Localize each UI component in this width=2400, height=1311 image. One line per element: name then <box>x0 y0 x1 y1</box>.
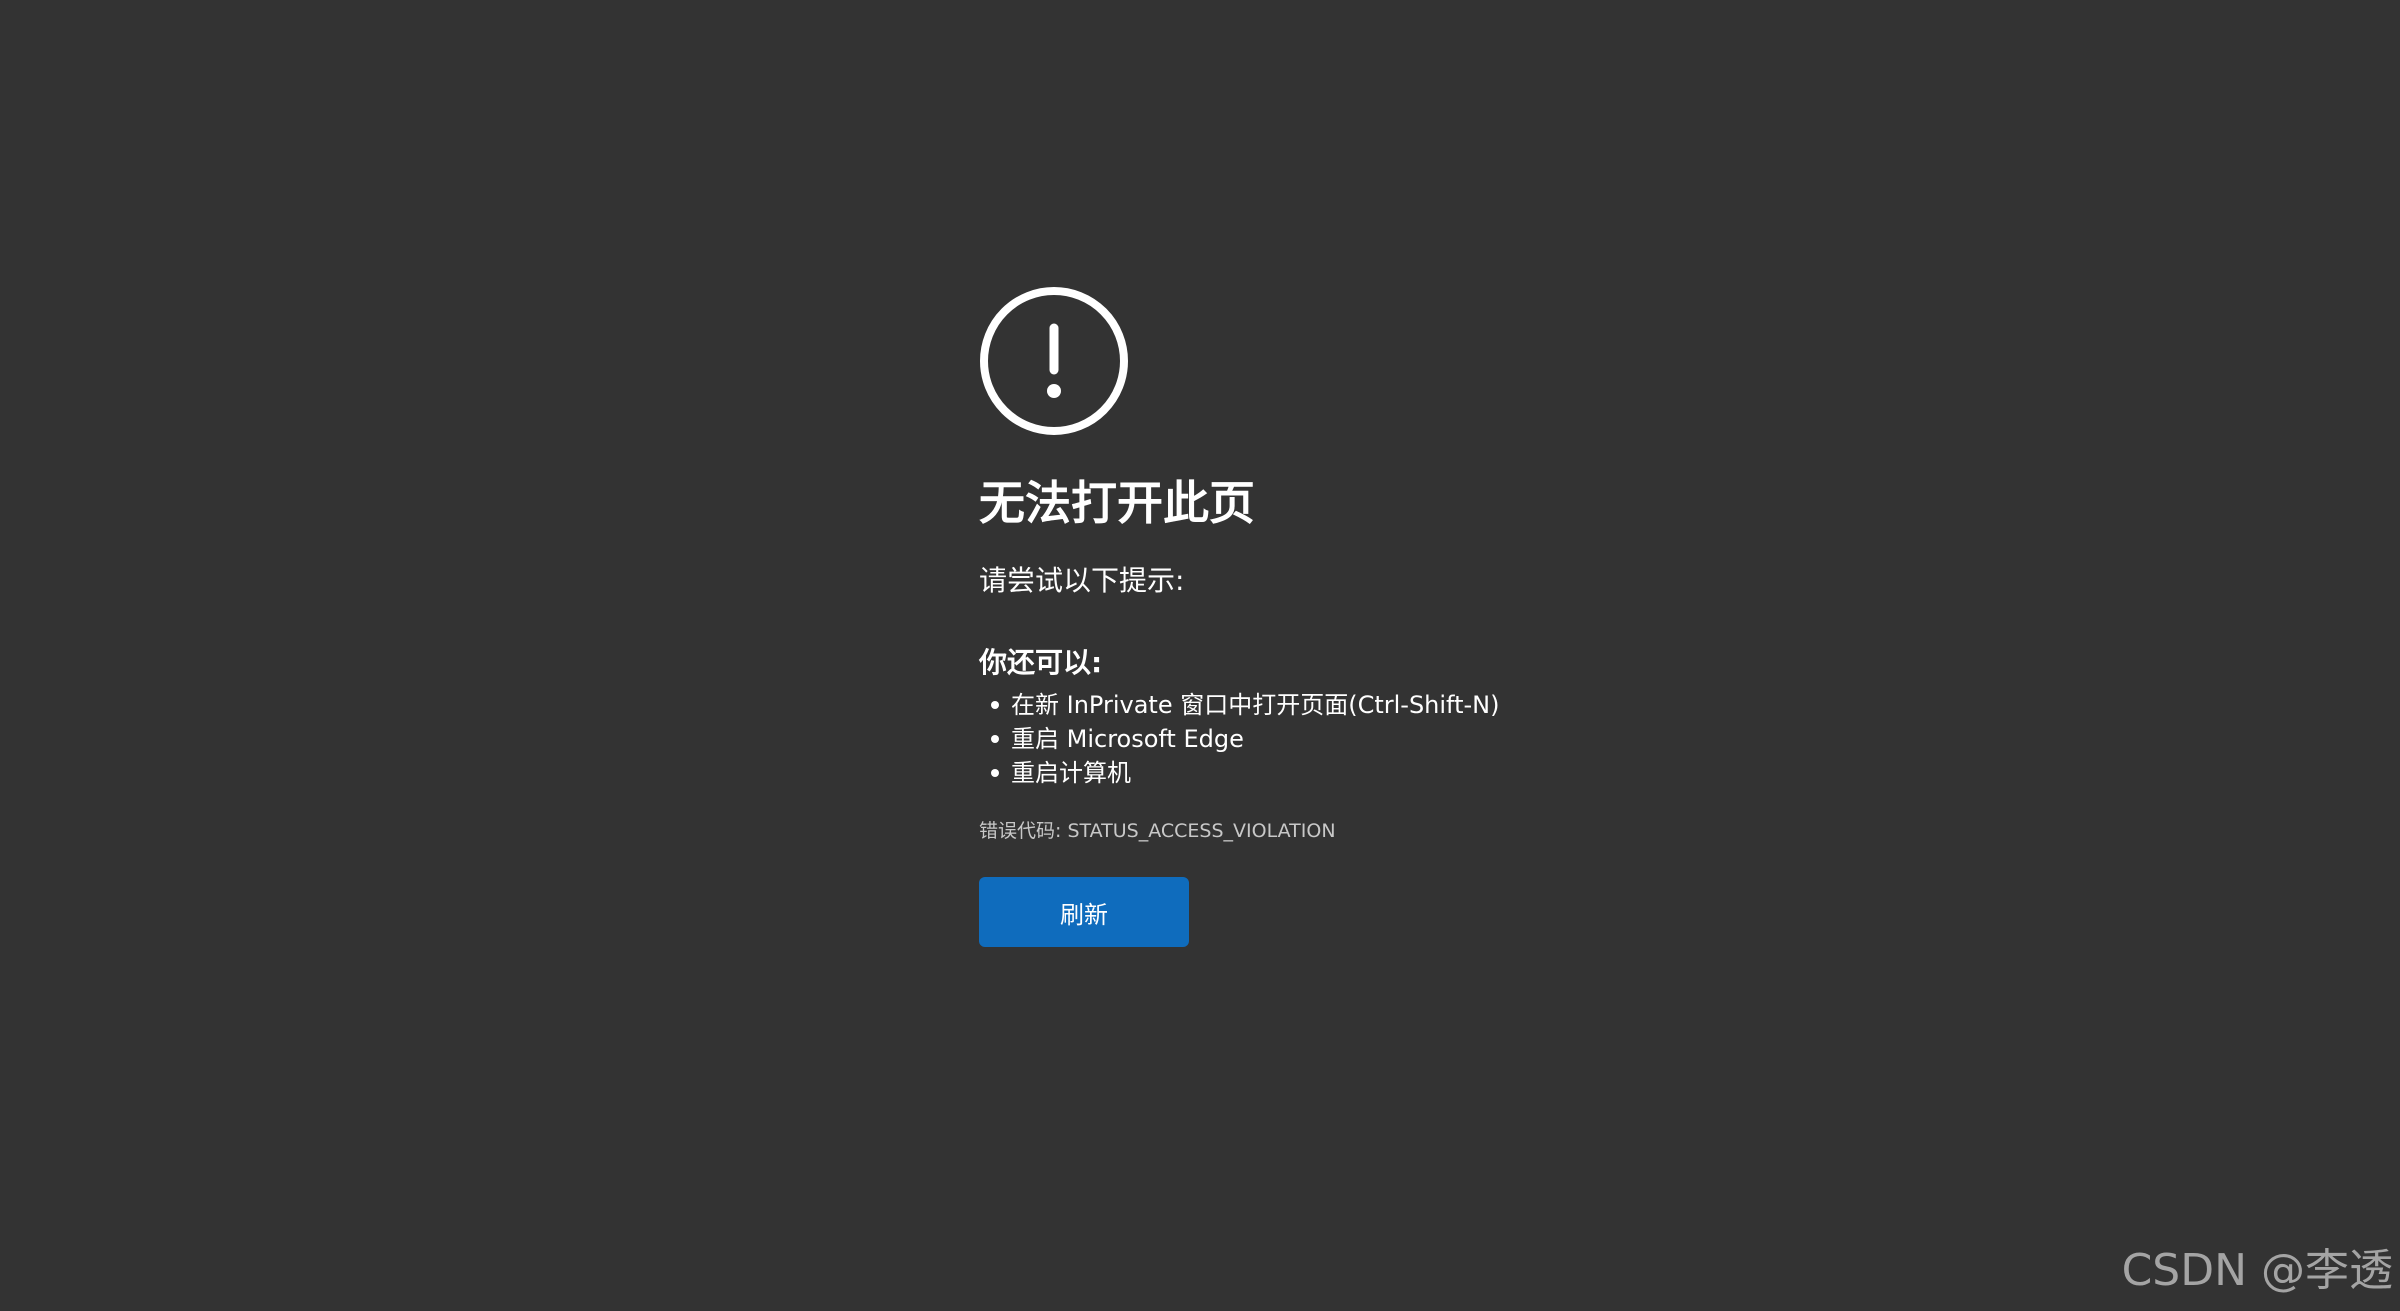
list-item: 在新 InPrivate 窗口中打开页面(Ctrl-Shift-N) <box>979 688 1739 722</box>
suggestions-list: 在新 InPrivate 窗口中打开页面(Ctrl-Shift-N) 重启 Mi… <box>979 688 1739 790</box>
suggestion-restart-edge: 重启 Microsoft Edge <box>1011 725 1244 753</box>
bullet-icon <box>991 701 999 709</box>
error-code: 错误代码: STATUS_ACCESS_VIOLATION <box>979 820 1336 842</box>
error-page: 无法打开此页 请尝试以下提示: 你还可以: 在新 InPrivate 窗口中打开… <box>0 0 2400 1311</box>
error-content: 无法打开此页 请尝试以下提示: 你还可以: 在新 InPrivate 窗口中打开… <box>979 286 1739 947</box>
page-title: 无法打开此页 <box>979 476 1255 530</box>
suggestion-inprivate: 在新 InPrivate 窗口中打开页面(Ctrl-Shift-N) <box>1011 691 1500 719</box>
bullet-icon <box>991 769 999 777</box>
suggestions-intro: 请尝试以下提示: <box>979 564 1185 597</box>
bullet-icon <box>991 735 999 743</box>
suggestion-restart-computer: 重启计算机 <box>1011 759 1131 787</box>
list-item: 重启计算机 <box>979 756 1739 790</box>
suggestions-heading: 你还可以: <box>979 646 1103 679</box>
refresh-button[interactable]: 刷新 <box>979 877 1189 947</box>
list-item: 重启 Microsoft Edge <box>979 722 1739 756</box>
watermark: CSDN @李透 <box>2121 1245 2393 1296</box>
exclamation-circle-icon <box>979 286 1129 436</box>
